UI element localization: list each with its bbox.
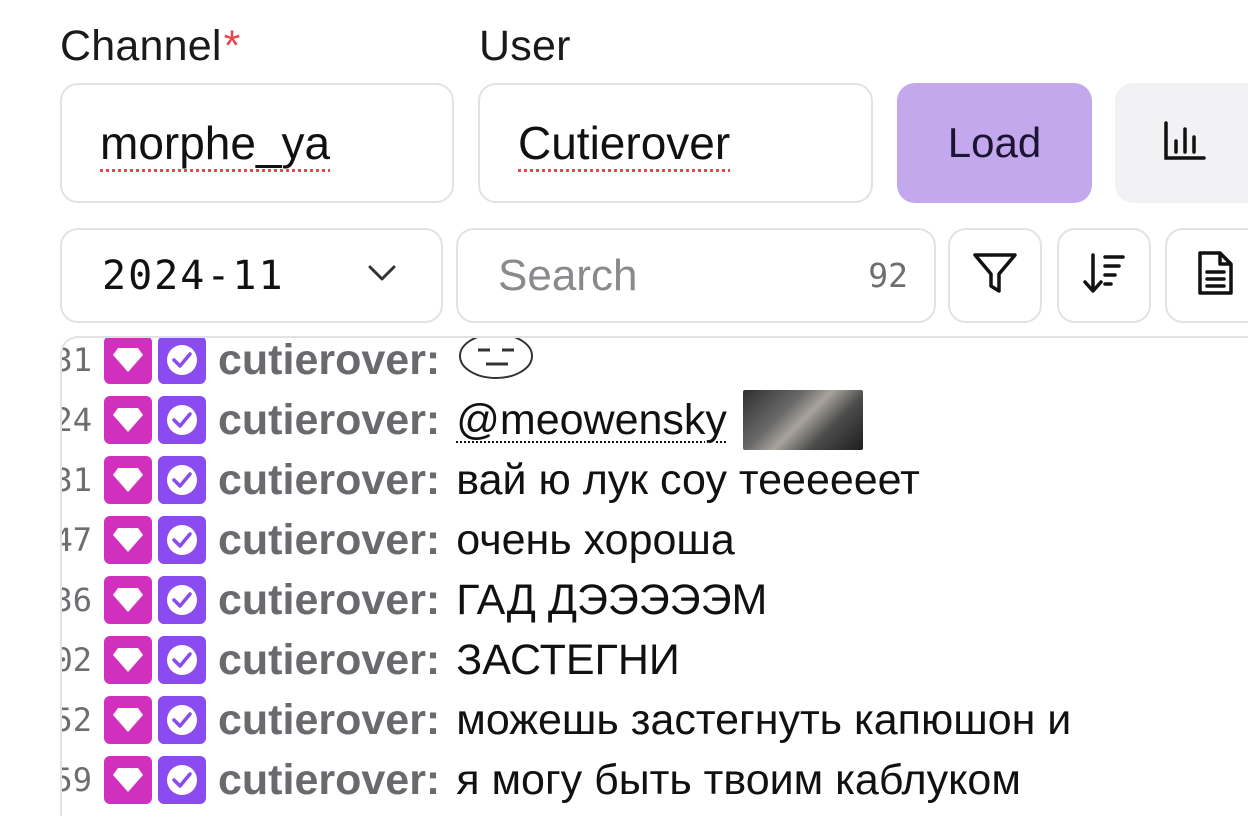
chat-log[interactable]: 31 cutierover: 24 cutierover: @meowensky… <box>60 336 1248 816</box>
chevron-down-icon <box>367 264 397 287</box>
message-timestamp: 24 <box>62 401 92 439</box>
message-text: можешь застегнуть капюшон и <box>456 695 1072 744</box>
user-input-value: Cutierover <box>518 117 731 169</box>
message-timestamp: 02 <box>62 641 92 679</box>
message-username[interactable]: cutierover: <box>218 396 440 445</box>
filter-button[interactable] <box>948 228 1042 323</box>
chat-message: 36 cutierover: ГАД ДЭЭЭЭЭМ <box>62 570 767 630</box>
sort-button[interactable] <box>1057 228 1151 323</box>
sus-face-emote <box>456 338 536 391</box>
verified-badge-icon <box>158 516 206 564</box>
load-button[interactable]: Load <box>897 83 1092 203</box>
chat-message: 52 cutierover: можешь застегнуть капюшон… <box>62 690 1071 750</box>
mention-link[interactable]: @meowensky <box>456 396 727 445</box>
subscriber-badge-icon <box>104 576 152 624</box>
message-username[interactable]: cutierover: <box>218 338 440 385</box>
message-timestamp: 59 <box>62 761 92 799</box>
verified-badge-icon <box>158 456 206 504</box>
message-username[interactable]: cutierover: <box>218 576 440 625</box>
subscriber-badge-icon <box>104 516 152 564</box>
subscriber-badge-icon <box>104 396 152 444</box>
chat-message: 02 cutierover: ЗАСТЕГНИ <box>62 630 680 690</box>
filter-icon <box>972 251 1018 300</box>
verified-badge-icon <box>158 696 206 744</box>
month-select-value: 2024-11 <box>102 252 285 299</box>
message-username[interactable]: cutierover: <box>218 516 440 565</box>
message-username[interactable]: cutierover: <box>218 456 440 505</box>
message-text: вай ю лук соу теееееет <box>456 455 920 504</box>
subscriber-badge-icon <box>104 338 152 384</box>
verified-badge-icon <box>158 576 206 624</box>
user-input[interactable]: Cutierover <box>478 83 873 203</box>
bar-chart-icon <box>1163 120 1207 166</box>
search-input[interactable]: Search 92 <box>456 228 936 323</box>
channel-label: Channel* <box>60 22 241 70</box>
message-username[interactable]: cutierover: <box>218 636 440 685</box>
subscriber-badge-icon <box>104 456 152 504</box>
result-count: 92 <box>868 256 908 295</box>
subscriber-badge-icon <box>104 696 152 744</box>
document-icon <box>1195 250 1235 301</box>
chat-message: 47 cutierover: очень хороша <box>62 510 735 570</box>
message-text: я могу быть твоим каблуком <box>456 755 1021 804</box>
message-timestamp: 47 <box>62 521 92 559</box>
user-label: User <box>479 22 571 70</box>
sort-icon <box>1081 251 1127 300</box>
chat-message: 24 cutierover: @meowensky <box>62 390 863 450</box>
message-timestamp: 36 <box>62 581 92 619</box>
message-timestamp: 31 <box>62 341 92 379</box>
message-timestamp: 31 <box>62 461 92 499</box>
message-username[interactable]: cutierover: <box>218 696 440 745</box>
photo-emote <box>742 390 863 450</box>
channel-input-value: morphe_ya <box>100 117 331 169</box>
message-text: очень хороша <box>456 515 735 564</box>
message-text: ЗАСТЕГНИ <box>456 635 680 684</box>
message-username[interactable]: cutierover: <box>218 756 440 805</box>
message-text: ГАД ДЭЭЭЭЭМ <box>456 575 768 624</box>
search-placeholder: Search <box>498 250 638 300</box>
month-select[interactable]: 2024-11 <box>60 228 443 323</box>
verified-badge-icon <box>158 636 206 684</box>
subscriber-badge-icon <box>104 756 152 804</box>
chat-message: 31 cutierover: <box>62 338 536 391</box>
stats-button[interactable] <box>1115 83 1248 203</box>
message-timestamp: 52 <box>62 701 92 739</box>
verified-badge-icon <box>158 338 206 384</box>
channel-input[interactable]: morphe_ya <box>60 83 454 203</box>
document-button[interactable] <box>1165 228 1248 323</box>
chat-message: 59 cutierover: я могу быть твоим каблуко… <box>62 750 1021 810</box>
verified-badge-icon <box>158 396 206 444</box>
required-mark: * <box>223 22 241 70</box>
subscriber-badge-icon <box>104 636 152 684</box>
verified-badge-icon <box>158 756 206 804</box>
chat-message: 31 cutierover: вай ю лук соу теееееет <box>62 450 920 510</box>
